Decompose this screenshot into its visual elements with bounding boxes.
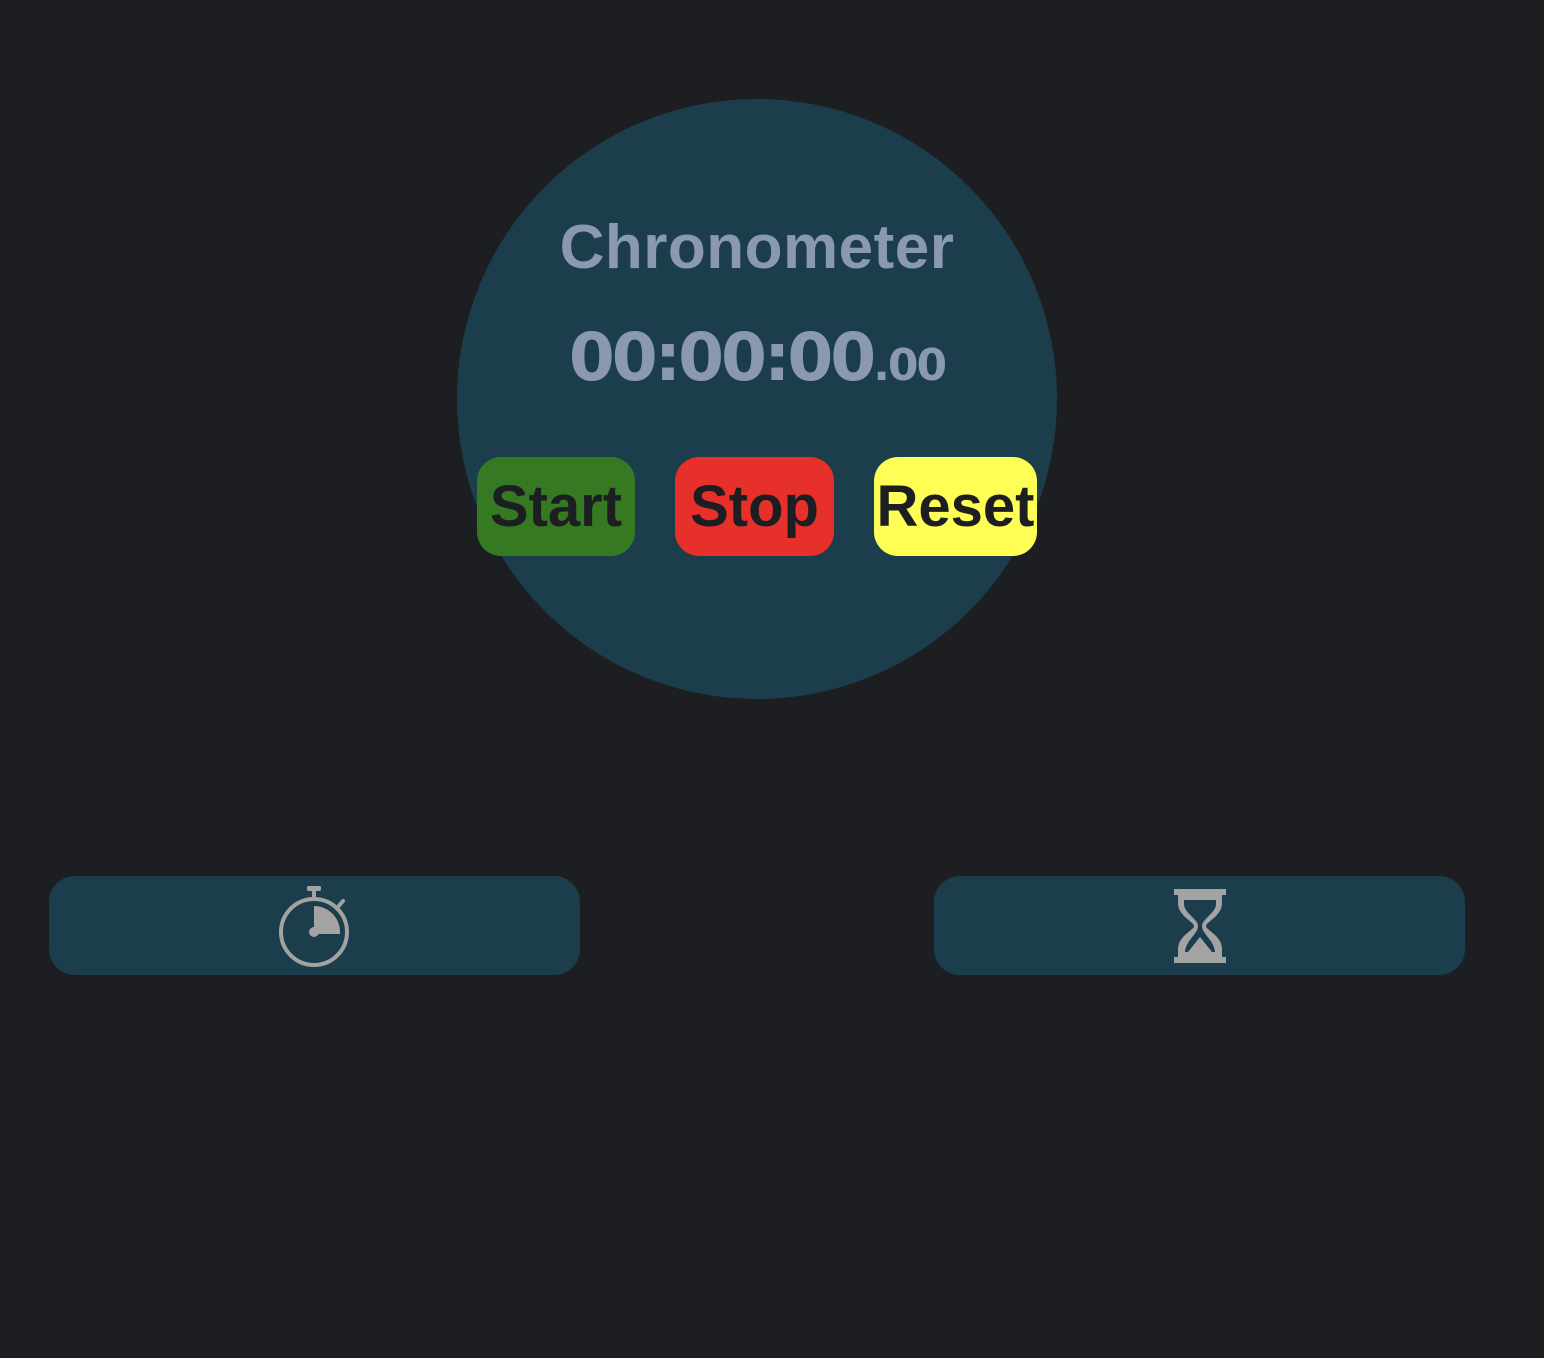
stopwatch-icon [278, 885, 349, 967]
time-separator: . [873, 340, 890, 391]
stop-button[interactable]: Stop [675, 457, 834, 556]
time-hms: 00:00:00 [568, 319, 876, 396]
hourglass-icon [1173, 888, 1226, 963]
chronometer-mode-button[interactable] [49, 876, 580, 975]
time-display: 00:00:00.00 [457, 325, 1057, 391]
time-milliseconds: 00 [887, 340, 947, 391]
clock-face: Chronometer 00:00:00.00 Start Stop Reset [457, 99, 1057, 699]
chronometer-app: Chronometer 00:00:00.00 Start Stop Reset [0, 0, 1544, 1358]
timer-mode-button[interactable] [934, 876, 1465, 975]
start-button[interactable]: Start [477, 457, 635, 556]
page-title: Chronometer [559, 213, 955, 282]
reset-button[interactable]: Reset [874, 457, 1037, 556]
